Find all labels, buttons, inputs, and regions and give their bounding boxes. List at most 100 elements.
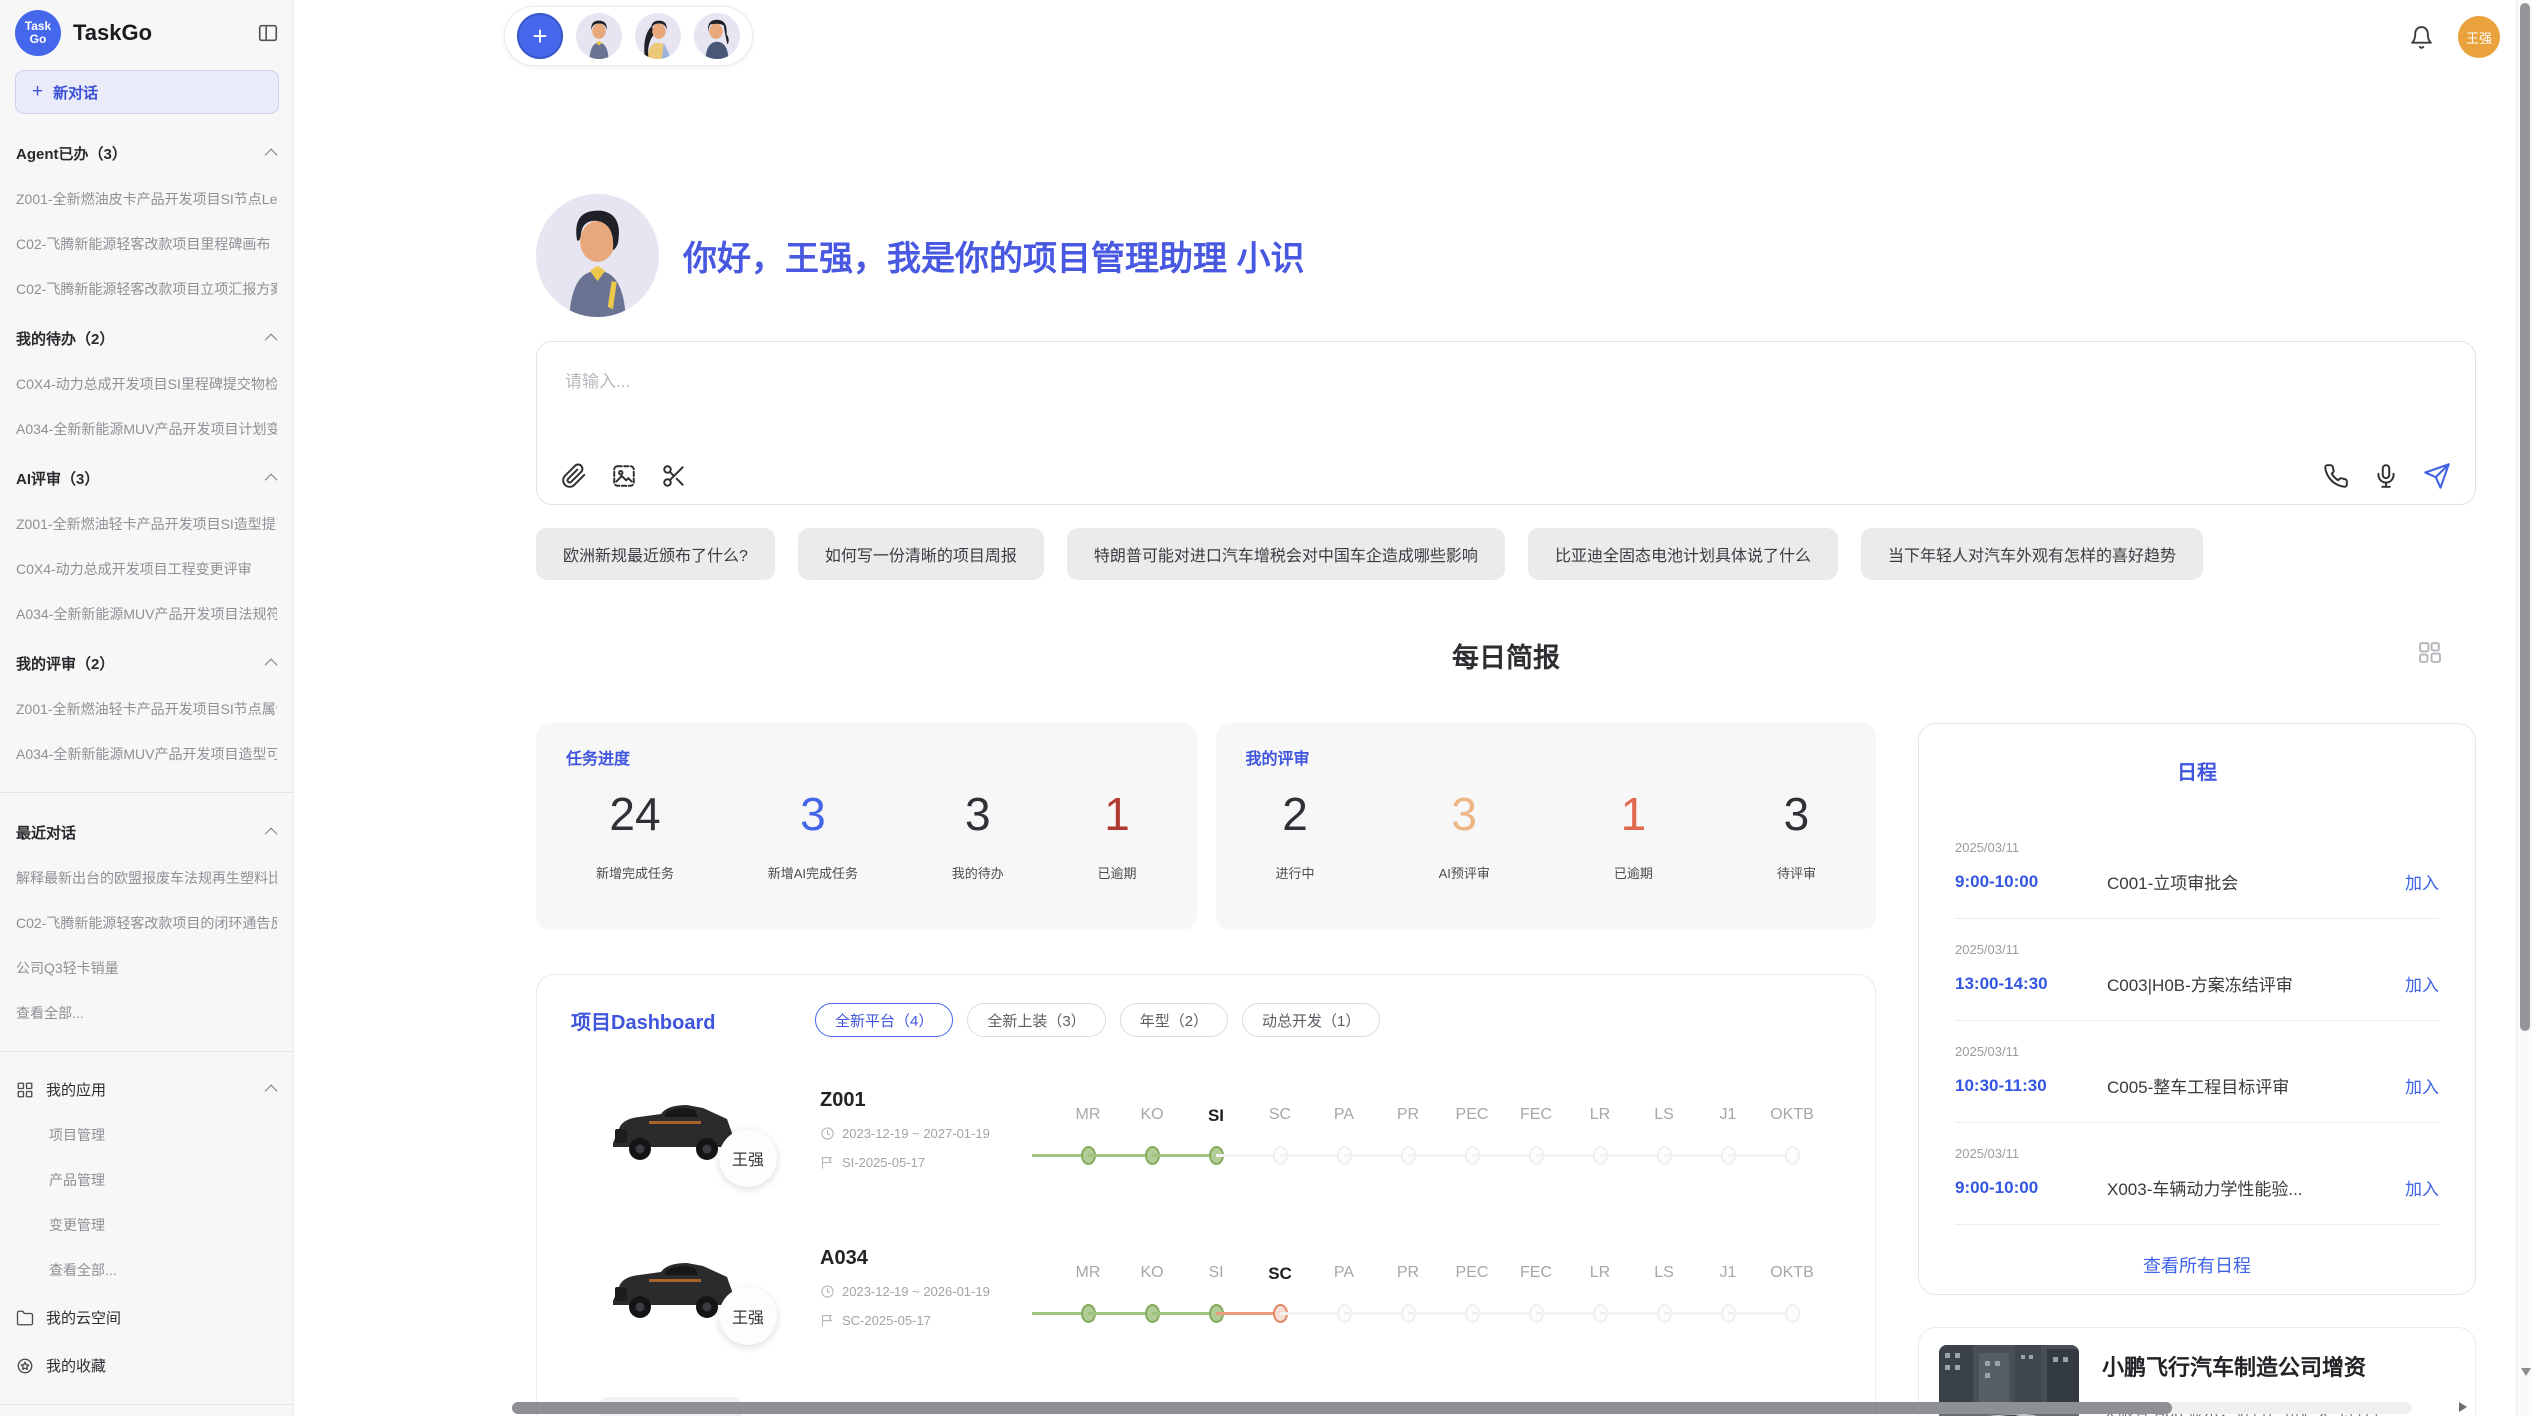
suggestion-chip[interactable]: 欧洲新规最近颁布了什么? [536,528,775,580]
sidebar-conversation-item[interactable]: C0X4-动力总成开发项目SI里程碑提交物检查 [16,374,277,394]
scissors-icon[interactable] [661,463,687,489]
message-composer [536,341,2476,505]
sidebar-recent-item[interactable]: C02-飞腾新能源轻客改款项目的闭环通告反馈情况 [16,913,277,933]
project-row[interactable]: 王强 A034 2023-12-19 ~ 2026-01-19 SC-2025-… [571,1239,1841,1344]
send-icon[interactable] [2423,462,2451,490]
image-upload-icon[interactable] [611,463,637,489]
milestone-connector [1664,1154,1728,1157]
milestone-label: OKTB [1752,1264,1832,1282]
vertical-scrollbar-thumb[interactable] [2520,3,2530,1031]
join-link[interactable]: 加入 [2405,869,2439,894]
milestone-connector [1032,1312,1088,1315]
milestone-timeline: MRKOSISCPAPRPECFECLRLSJ1OKTB [1032,1081,1841,1186]
view-all-schedule-link[interactable]: 查看所有日程 [1955,1252,2439,1278]
sidebar-conversation-item[interactable]: C0X4-动力总成开发项目工程变更评审 [16,559,277,579]
milestone-connector [1664,1312,1728,1315]
greeting-title: 你好，王强，我是你的项目管理助理 小识 [683,231,1304,280]
chevron-up-icon[interactable] [265,474,278,487]
chevron-up-icon[interactable] [265,149,278,162]
milestone-connector [1280,1154,1344,1157]
sidebar-section-recent[interactable]: 最近对话 [16,822,277,843]
suggestion-chip[interactable]: 比亚迪全固态电池计划具体说了什么 [1528,528,1838,580]
milestone-connector [1280,1312,1344,1315]
sidebar-lists: Agent已办（3） Z001-全新燃油皮卡产品开发项目SI节点Lesson L… [0,143,293,1416]
sidebar-conversation-item[interactable]: A034-全新新能源MUV产品开发项目造型可行性评审 [16,744,277,764]
join-link[interactable]: 加入 [2405,1175,2439,1200]
sidebar-conversation-item[interactable]: C02-飞腾新能源轻客改款项目里程碑画布 [16,234,277,254]
stat-label: 新增完成任务 [596,863,674,882]
sidebar-recent-item[interactable]: 解释最新出台的欧盟报废车法规再生塑料比例被调至15%... [16,868,277,888]
recent-view-all[interactable]: 查看全部... [16,1003,277,1023]
sidebar-conversation-item[interactable]: A034-全新新能源MUV产品开发项目法规符合性评审 [16,604,277,624]
attachment-icon[interactable] [561,463,587,489]
milestone-connector [1472,1154,1536,1157]
sidebar-section-my-todo[interactable]: 我的待办（2） [16,328,277,349]
filter-chip[interactable]: 动总开发（1） [1242,1003,1380,1037]
message-input[interactable] [537,342,2475,504]
schedule-date: 2025/03/11 [1955,1146,2439,1161]
milestone-connector [1344,1154,1408,1157]
stat-label: AI预评审 [1439,863,1490,882]
schedule-item: 2025/03/11 10:30-11:30 C005-整车工程目标评审 加入 [1955,1021,2439,1123]
chevron-up-icon[interactable] [265,828,278,841]
clock-icon [820,1284,835,1299]
sidebar-recent-item[interactable]: 公司Q3轻卡销量 [16,958,277,978]
sidebar-item-favorites[interactable]: 我的收藏 [16,1355,277,1376]
stat-value: 3 [768,787,858,841]
sidebar-app-item[interactable]: 项目管理 [49,1125,277,1145]
sidebar-item-cloud-space[interactable]: 我的云空间 [16,1307,277,1328]
scroll-right-arrow[interactable] [2459,1402,2467,1412]
sidebar-collapse-icon[interactable] [257,22,279,44]
schedule-event-name: C001-立项审批会 [2107,869,2393,894]
suggestion-chip[interactable]: 特朗普可能对进口汽车增税会对中国车企造成哪些影响 [1067,528,1505,580]
sidebar-item-my-apps[interactable]: 我的应用 [16,1079,277,1100]
filter-chip[interactable]: 全新上装（3） [967,1003,1105,1037]
stat-label: 进行中 [1276,863,1315,882]
sidebar-conversation-item[interactable]: Z001-全新燃油轻卡产品开发项目SI节点属性5D文件评审 [16,699,277,719]
microphone-icon[interactable] [2373,463,2399,489]
sidebar-section-agent-done[interactable]: Agent已办（3） [16,143,277,164]
horizontal-scrollbar[interactable] [512,1402,2412,1414]
sidebar-conversation-item[interactable]: C02-飞腾新能源轻客改款项目立项汇报方案 [16,279,277,299]
briefing-stats: 任务进度 24新增完成任务3新增AI完成任务3我的待办1已逾期 我的评审 2进行… [536,723,1876,930]
assistant-avatar [536,194,659,317]
sidebar-section-ai-review[interactable]: AI评审（3） [16,468,277,489]
project-row[interactable]: 王强 Z001 2023-12-19 ~ 2027-01-19 SI-2025-… [571,1081,1841,1186]
milestone-connector [1216,1312,1280,1315]
milestone-connector [1344,1312,1408,1315]
scroll-down-arrow[interactable] [2521,1368,2531,1376]
stat-value: 3 [952,787,1004,841]
suggestion-chip[interactable]: 当下年轻人对汽车外观有怎样的喜好趋势 [1861,528,2203,580]
suggestion-chip[interactable]: 如何写一份清晰的项目周报 [798,528,1044,580]
sidebar-section-my-review[interactable]: 我的评审（2） [16,653,277,674]
stat-value: 3 [1777,787,1816,841]
stat-item: 2进行中 [1276,787,1315,882]
chevron-up-icon[interactable] [265,1085,278,1098]
vertical-scrollbar[interactable] [2516,0,2532,1416]
join-link[interactable]: 加入 [2405,971,2439,996]
sidebar-app-item[interactable]: 变更管理 [49,1215,277,1235]
schedule-time: 10:30-11:30 [1955,1076,2107,1096]
horizontal-scrollbar-thumb[interactable] [512,1402,2172,1414]
join-link[interactable]: 加入 [2405,1073,2439,1098]
chevron-up-icon[interactable] [265,659,278,672]
schedule-time: 9:00-10:00 [1955,1178,2107,1198]
sidebar-conversation-item[interactable]: A034-全新新能源MUV产品开发项目计划变更表编写 [16,419,277,439]
apps-view-all[interactable]: 查看全部... [49,1260,277,1280]
sidebar-conversation-item[interactable]: Z001-全新燃油轻卡产品开发项目SI造型提交物评审 [16,514,277,534]
phone-call-icon[interactable] [2323,463,2349,489]
my-review-card: 我的评审 2进行中3AI预评审1已逾期3待评审 [1216,723,1877,930]
main-content: 你好，王强，我是你的项目管理助理 小识 [536,0,2476,1416]
stat-item: 3我的待办 [952,787,1004,882]
schedule-event-name: X003-车辆动力学性能验... [2107,1175,2393,1200]
filter-chip[interactable]: 全新平台（4） [815,1003,953,1037]
stat-item: 3新增AI完成任务 [768,787,858,882]
sidebar-conversation-item[interactable]: Z001-全新燃油皮卡产品开发项目SI节点Lesson Learn报告 [16,189,277,209]
new-chat-button[interactable]: + 新对话 [15,70,279,114]
stat-item: 3AI预评审 [1439,787,1490,882]
filter-chip[interactable]: 年型（2） [1120,1003,1228,1037]
layout-grid-icon[interactable] [2417,640,2442,665]
divider [0,792,293,793]
chevron-up-icon[interactable] [265,334,278,347]
sidebar-app-item[interactable]: 产品管理 [49,1170,277,1190]
